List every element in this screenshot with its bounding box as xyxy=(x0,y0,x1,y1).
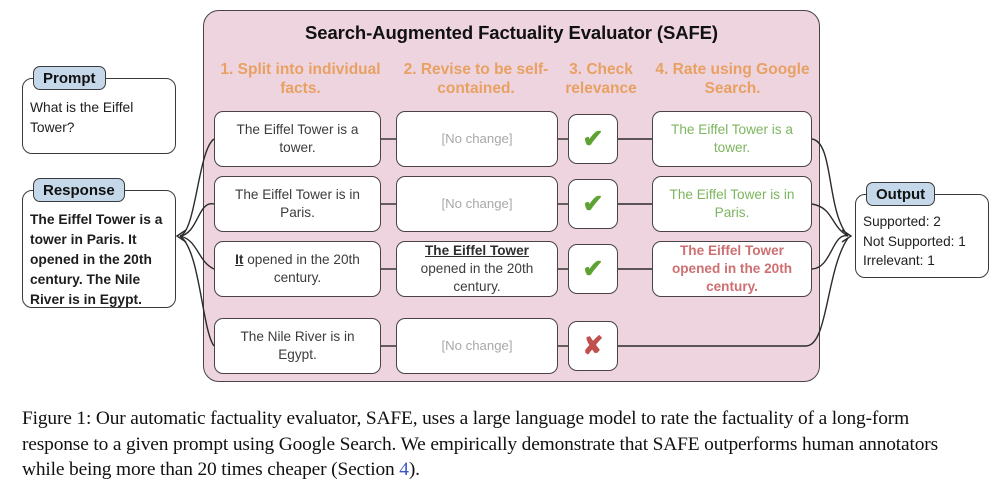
output-line-supported: Supported: 2 xyxy=(863,214,941,229)
figure-container: Search-Augmented Factuality Evaluator (S… xyxy=(0,0,1000,500)
rating-cell-3: The Eiffel Tower opened in the 20th cent… xyxy=(652,241,812,297)
prompt-tab-label: Prompt xyxy=(33,66,106,90)
revised-placeholder-1: [No change] xyxy=(441,131,513,146)
split-fact-text-2: The Eiffel Tower is in Paris. xyxy=(235,187,360,220)
rating-cell-1: The Eiffel Tower is a tower. xyxy=(652,111,812,167)
revised-placeholder-2: [No change] xyxy=(441,196,513,211)
check-icon: ✔ xyxy=(582,125,604,153)
revised-cell-4: [No change] xyxy=(396,318,558,374)
figure-caption: Figure 1: Our automatic factuality evalu… xyxy=(22,406,980,483)
split-fact-text-1: The Eiffel Tower is a tower. xyxy=(236,122,359,155)
check-icon: ✔ xyxy=(582,255,604,283)
split-fact-cell-4: The Nile River is in Egypt. xyxy=(214,318,381,374)
caption-part-2: ). xyxy=(408,459,420,480)
step-header-3: 3. Check relevance xyxy=(565,61,637,97)
caption-section-ref[interactable]: 4 xyxy=(399,459,409,480)
cross-icon: ✘ xyxy=(582,332,604,360)
output-tab-label: Output xyxy=(866,182,936,206)
split-fact-rest-3: opened in the 20th century. xyxy=(243,252,360,285)
revised-text-3: The Eiffel Tower opened in the 20th cent… xyxy=(405,242,549,296)
revised-cell-3: The Eiffel Tower opened in the 20th cent… xyxy=(396,241,558,297)
step-header-1: 1. Split into individual facts. xyxy=(220,61,381,97)
revised-rest-3: opened in the 20th century. xyxy=(420,261,534,294)
rating-cell-2: The Eiffel Tower is in Paris. xyxy=(652,176,812,232)
step-header-4: 4. Rate using Google Search. xyxy=(655,61,810,97)
rating-text-3: The Eiffel Tower opened in the 20th cent… xyxy=(671,243,793,294)
output-line-irrelevant: Irrelevant: 1 xyxy=(863,253,935,268)
caption-part-1: Figure 1: Our automatic factuality evalu… xyxy=(22,408,938,480)
prompt-text: What is the Eiffel Tower? xyxy=(30,100,134,135)
output-line-not-supported: Not Supported: 1 xyxy=(863,233,966,249)
response-text: The Eiffel Tower is a tower in Paris. It… xyxy=(30,212,163,307)
rating-text-2: The Eiffel Tower is in Paris. xyxy=(669,187,795,220)
revised-placeholder-4: [No change] xyxy=(441,338,513,353)
rating-text-1: The Eiffel Tower is a tower. xyxy=(671,122,793,155)
step-header-2: 2. Revise to be self-contained. xyxy=(403,61,549,97)
revised-marked-3: The Eiffel Tower xyxy=(425,243,529,258)
split-fact-text-3: It opened in the 20th century. xyxy=(223,251,372,287)
revised-cell-2: [No change] xyxy=(396,176,558,232)
relevance-cell-3: ✔ xyxy=(568,244,618,294)
relevance-cell-4: ✘ xyxy=(568,321,618,371)
output-summary: Supported: 2 Not Supported: 1 Irrelevant… xyxy=(863,212,989,271)
revised-cell-1: [No change] xyxy=(396,111,558,167)
split-fact-cell-1: The Eiffel Tower is a tower. xyxy=(214,111,381,167)
split-fact-text-4: The Nile River is in Egypt. xyxy=(240,329,355,362)
response-tab-label: Response xyxy=(33,178,125,202)
split-fact-cell-3: It opened in the 20th century. xyxy=(214,241,381,297)
split-fact-cell-2: The Eiffel Tower is in Paris. xyxy=(214,176,381,232)
safe-panel-title: Search-Augmented Factuality Evaluator (S… xyxy=(305,22,718,43)
relevance-cell-1: ✔ xyxy=(568,114,618,164)
check-icon: ✔ xyxy=(582,190,604,218)
relevance-cell-2: ✔ xyxy=(568,179,618,229)
